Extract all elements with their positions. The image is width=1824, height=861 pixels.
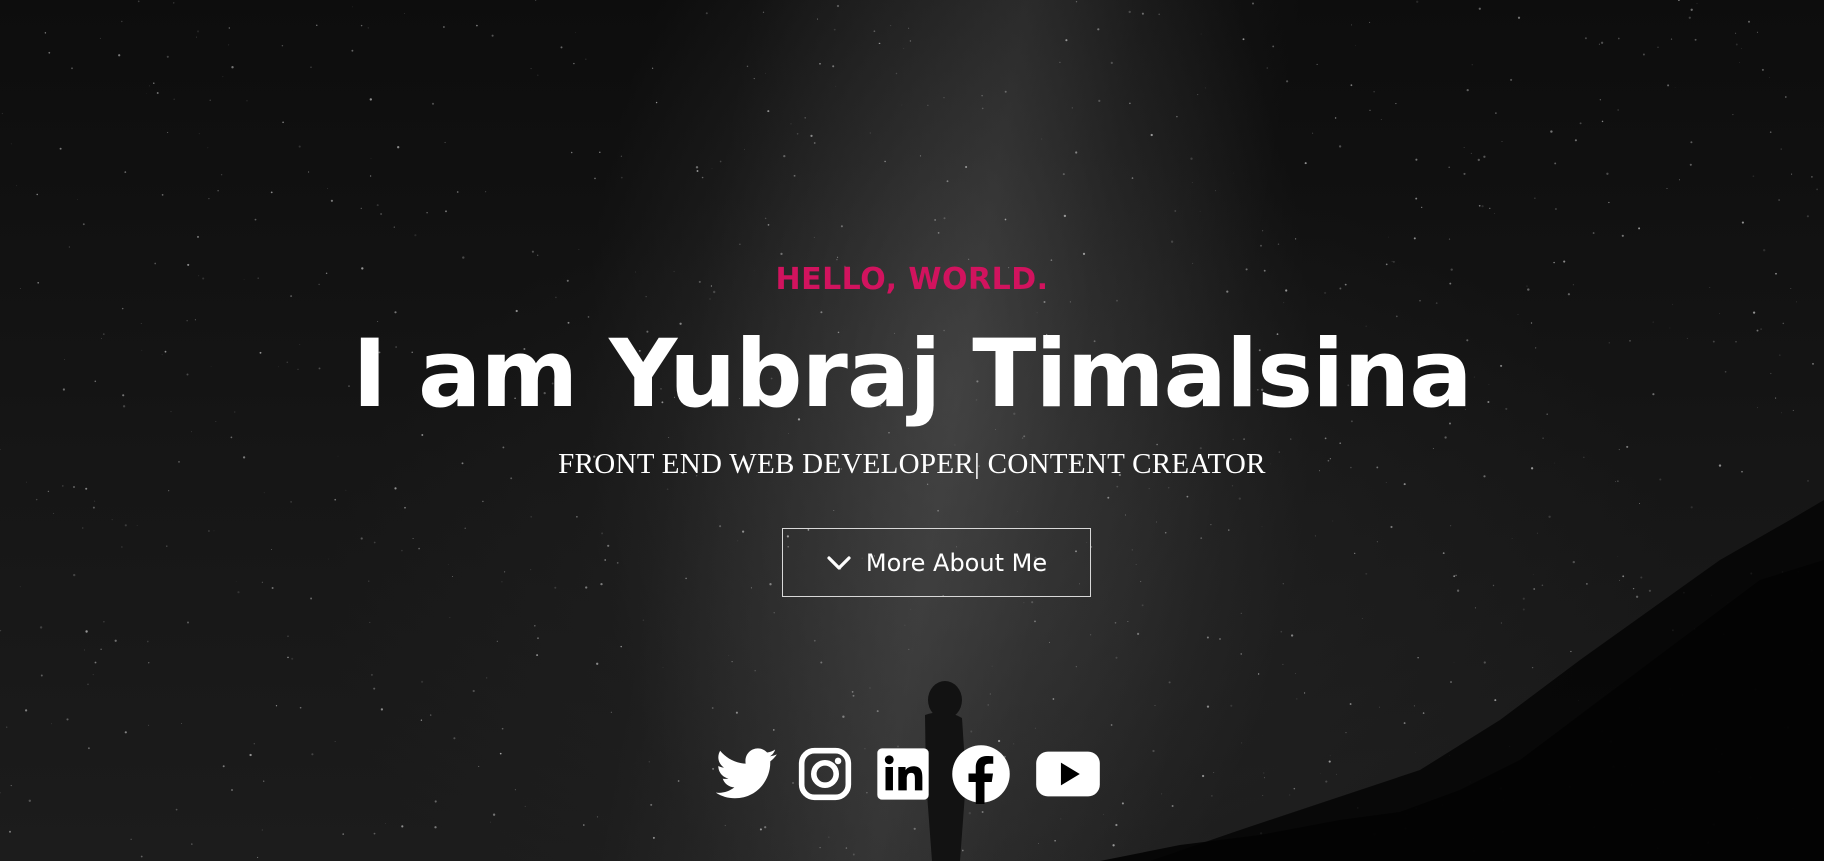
hero-section: HELLO, WORLD. I am Yubraj Timalsina FRON… xyxy=(0,0,1824,861)
hero-tagline: FRONT END WEB DEVELOPER| CONTENT CREATOR xyxy=(558,448,1266,480)
facebook-link[interactable] xyxy=(949,744,1013,808)
twitter-icon xyxy=(715,747,778,806)
linkedin-link[interactable] xyxy=(871,744,935,808)
facebook-icon xyxy=(951,744,1011,809)
chevron-down-icon xyxy=(826,554,852,572)
social-links xyxy=(0,744,1824,812)
hero-title: I am Yubraj Timalsina xyxy=(352,320,1472,429)
youtube-icon xyxy=(1035,749,1101,804)
youtube-link[interactable] xyxy=(1027,744,1109,808)
instagram-link[interactable] xyxy=(793,744,857,808)
twitter-link[interactable] xyxy=(715,744,779,808)
more-about-me-button[interactable]: More About Me xyxy=(782,528,1091,597)
hero-content: HELLO, WORLD. I am Yubraj Timalsina FRON… xyxy=(0,0,1824,861)
linkedin-icon xyxy=(875,746,931,807)
more-about-me-label: More About Me xyxy=(865,548,1048,577)
greeting-text: HELLO, WORLD. xyxy=(775,262,1049,297)
instagram-icon xyxy=(797,746,853,807)
